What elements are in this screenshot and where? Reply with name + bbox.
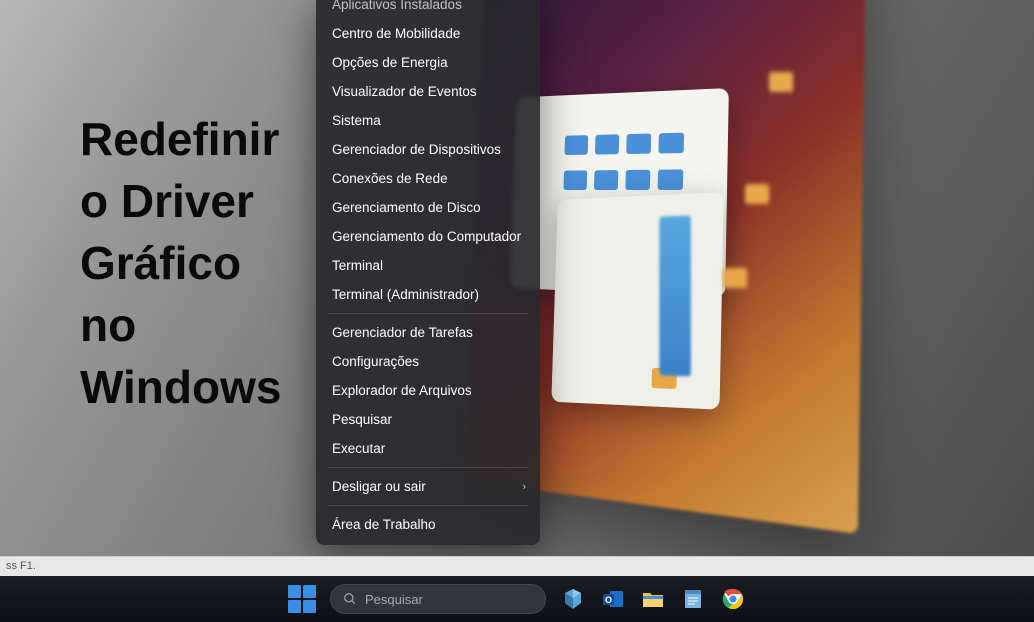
chevron-right-icon: ›: [522, 481, 526, 493]
chrome-icon[interactable]: [720, 586, 746, 612]
svg-text:O: O: [605, 595, 612, 605]
notepad-icon[interactable]: [680, 586, 706, 612]
menu-item-apps[interactable]: Aplicativos Instalados: [316, 0, 540, 19]
menu-item-network[interactable]: Conexões de Rede: [316, 164, 540, 193]
page-title: Redefinir o Driver Gráfico no Windows: [80, 108, 281, 418]
menu-separator: [328, 467, 528, 468]
menu-item-mobility[interactable]: Centro de Mobilidade: [316, 19, 540, 48]
menu-item-devicemgr[interactable]: Gerenciador de Dispositivos: [316, 135, 540, 164]
taskbar: Pesquisar O: [0, 576, 1034, 622]
menu-item-settings[interactable]: Configurações: [316, 347, 540, 376]
search-placeholder: Pesquisar: [365, 592, 423, 607]
menu-item-run[interactable]: Executar: [316, 434, 540, 463]
menu-item-explorer[interactable]: Explorador de Arquivos: [316, 376, 540, 405]
copilot-icon[interactable]: [560, 586, 586, 612]
menu-separator: [328, 505, 528, 506]
menu-item-terminal[interactable]: Terminal: [316, 251, 540, 280]
menu-separator: [328, 313, 528, 314]
winx-context-menu: Aplicativos Instalados Centro de Mobilid…: [316, 0, 540, 545]
menu-item-power[interactable]: Opções de Energia: [316, 48, 540, 77]
start-button[interactable]: [288, 585, 316, 613]
menu-item-system[interactable]: Sistema: [316, 106, 540, 135]
menu-item-compmgmt[interactable]: Gerenciamento do Computador: [316, 222, 540, 251]
menu-item-diskmgmt[interactable]: Gerenciamento de Disco: [316, 193, 540, 222]
menu-item-taskmgr[interactable]: Gerenciador de Tarefas: [316, 318, 540, 347]
outlook-icon[interactable]: O: [600, 586, 626, 612]
status-hint-bar: ss F1.: [0, 556, 1034, 576]
menu-item-terminal-admin[interactable]: Terminal (Administrador): [316, 280, 540, 309]
search-icon: [343, 592, 357, 606]
menu-item-search[interactable]: Pesquisar: [316, 405, 540, 434]
taskbar-search[interactable]: Pesquisar: [330, 584, 546, 614]
menu-item-shutdown[interactable]: Desligar ou sair ›: [316, 472, 540, 501]
menu-item-eventviewer[interactable]: Visualizador de Eventos: [316, 77, 540, 106]
menu-item-desktop[interactable]: Área de Trabalho: [316, 510, 540, 539]
file-explorer-icon[interactable]: [640, 586, 666, 612]
